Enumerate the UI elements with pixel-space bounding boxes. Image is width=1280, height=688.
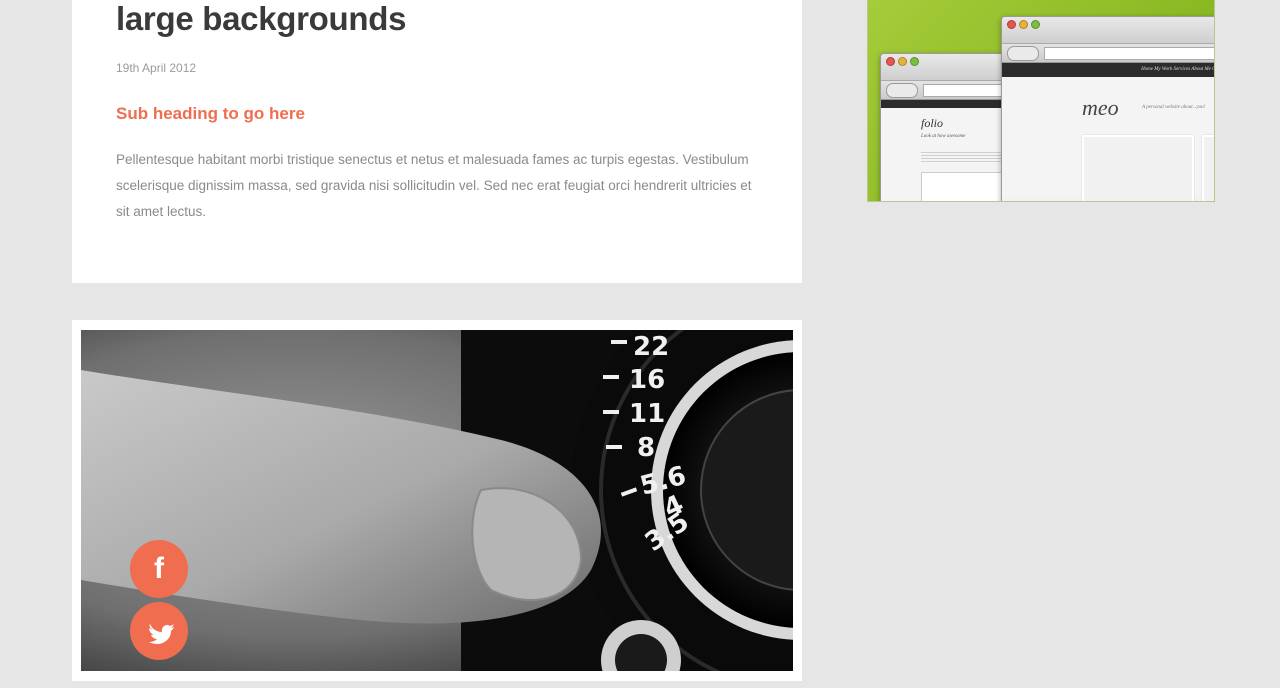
minimize-dot-icon — [1019, 20, 1028, 29]
sidebar-thumbnail[interactable]: folio Look at how awesome Home My Work S… — [867, 0, 1215, 202]
front-content-box — [1082, 135, 1194, 201]
address-bar — [1044, 47, 1214, 60]
site-nav-strip — [881, 100, 1021, 108]
window-controls — [1007, 20, 1043, 29]
window-titlebar — [881, 54, 1021, 81]
back-logo: folio — [921, 116, 944, 130]
post-title[interactable]: large backgrounds — [116, 0, 406, 38]
window-titlebar — [1002, 17, 1214, 44]
back-content-box — [921, 172, 1013, 201]
dial-tick — [603, 410, 619, 414]
dial-number: 8 — [637, 433, 655, 463]
front-content-box — [1202, 135, 1214, 201]
back-forward-icon — [1007, 46, 1039, 61]
post-subheading[interactable]: Sub heading to go here — [116, 104, 305, 124]
dial-number: 22 — [633, 332, 669, 362]
dial-number: 11 — [629, 399, 665, 429]
maximize-dot-icon — [910, 57, 919, 66]
post-date: 19th April 2012 — [116, 61, 197, 75]
front-logo: meo — [1082, 95, 1119, 120]
post-body: Pellentesque habitant morbi tristique se… — [116, 152, 752, 219]
dial-tick — [606, 445, 622, 449]
close-dot-icon — [1007, 20, 1016, 29]
minimize-dot-icon — [898, 57, 907, 66]
dial-number: 16 — [629, 365, 665, 395]
window-content: folio Look at how awesome — [881, 108, 1021, 201]
back-forward-icon — [886, 83, 918, 98]
facebook-button[interactable]: f — [130, 540, 188, 598]
page: large backgrounds 19th April 2012 Sub he… — [0, 0, 1280, 688]
post-card: large backgrounds 19th April 2012 Sub he… — [72, 0, 802, 283]
dial-tick — [603, 375, 619, 379]
twitter-bird — [149, 624, 174, 644]
card-pointer — [150, 674, 166, 681]
facebook-icon: f — [154, 552, 164, 585]
site-nav-strip: Home My Work Services About Me Contact — [1002, 63, 1214, 77]
close-dot-icon — [886, 57, 895, 66]
window-controls — [886, 57, 922, 66]
window-navbar — [1002, 44, 1214, 63]
image-card: 22 16 11 8 5.6 4 3.5 f — [72, 320, 802, 681]
window-content: meo A personal website about...you! — [1002, 77, 1214, 201]
back-tagline: Look at how awesome — [921, 134, 966, 139]
window-navbar — [881, 81, 1021, 100]
maximize-dot-icon — [1031, 20, 1040, 29]
back-text-lines — [921, 150, 1011, 164]
front-tagline: A personal website about...you! — [1142, 105, 1206, 110]
thumbnail-front-window: Home My Work Services About Me Contact m… — [1001, 16, 1214, 201]
dial-tick — [611, 340, 627, 344]
twitter-button[interactable] — [130, 602, 188, 660]
twitter-icon — [149, 624, 174, 644]
